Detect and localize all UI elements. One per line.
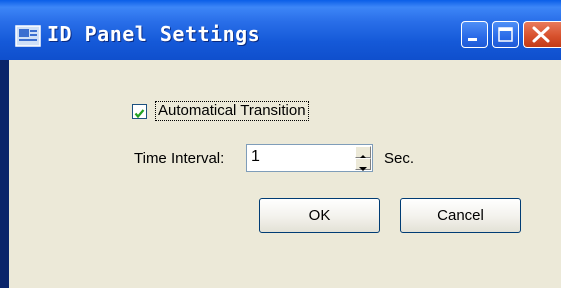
ok-button[interactable]: OK: [259, 198, 380, 233]
dialog-window: ID Panel Settings Automatical Transition…: [0, 0, 561, 288]
close-icon: [532, 26, 550, 43]
minimize-button[interactable]: [461, 21, 488, 48]
maximize-icon: [498, 27, 513, 42]
spin-down-button[interactable]: [355, 158, 371, 171]
auto-transition-label[interactable]: Automatical Transition: [155, 101, 309, 121]
spin-up-button[interactable]: [355, 146, 371, 159]
down-arrow-icon: [359, 167, 367, 171]
window-title: ID Panel Settings: [47, 22, 261, 46]
maximize-button[interactable]: [492, 21, 519, 48]
close-button[interactable]: [523, 21, 561, 48]
minimize-icon: [468, 38, 477, 41]
dialog-client-area: [9, 60, 561, 288]
cancel-button[interactable]: Cancel: [400, 198, 521, 233]
title-bar[interactable]: ID Panel Settings: [0, 0, 561, 60]
seconds-unit-label: Sec.: [384, 150, 415, 167]
time-interval-value[interactable]: 1: [251, 148, 341, 166]
app-icon: [15, 25, 41, 47]
spin-buttons: [355, 146, 371, 171]
checkmark-icon: [134, 109, 145, 119]
time-interval-spinbox[interactable]: 1: [246, 144, 373, 172]
time-interval-label: Time Interval:: [134, 150, 225, 167]
auto-transition-checkbox[interactable]: [132, 104, 147, 119]
